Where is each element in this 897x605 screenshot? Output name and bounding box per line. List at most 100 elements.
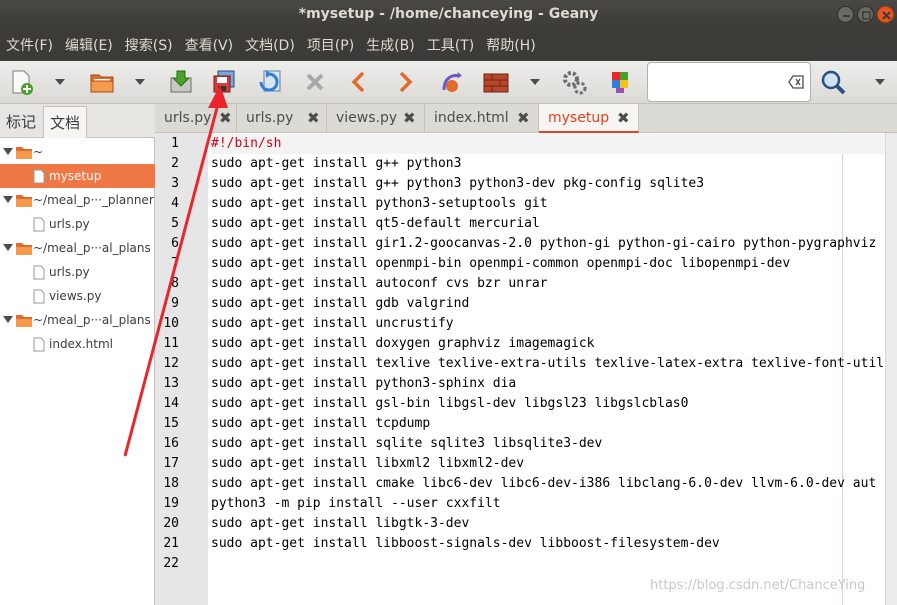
open-file-button[interactable] — [86, 66, 118, 98]
file-icon — [33, 337, 45, 352]
toolbar-overflow-button[interactable] — [866, 66, 894, 98]
new-file-button[interactable] — [5, 66, 37, 98]
menu-help[interactable]: 帮助(H) — [486, 35, 541, 55]
code-line[interactable]: sudo apt-get install texlive texlive-ext… — [211, 354, 885, 374]
code-line[interactable]: sudo apt-get install cmake libc6-dev lib… — [211, 474, 876, 494]
tab-symbols[interactable]: 标记 — [0, 106, 42, 138]
tab-mysetup[interactable]: mysetup ✖ — [539, 104, 639, 133]
code-line[interactable]: #!/bin/sh — [211, 134, 885, 154]
compile-icon — [442, 72, 462, 92]
minimize-button[interactable] — [837, 6, 854, 23]
tree-label: ~/meal_p···_planner — [33, 193, 154, 207]
expander-icon[interactable] — [3, 148, 13, 155]
folder-icon — [16, 243, 32, 255]
code-line[interactable]: sudo apt-get install g++ python3 python3… — [211, 174, 704, 194]
folder-icon — [16, 195, 32, 207]
new-file-dropdown[interactable] — [46, 66, 74, 98]
save-icon — [170, 70, 192, 93]
tab-views-py[interactable]: views.py ✖ — [327, 104, 425, 133]
open-file-dropdown[interactable] — [126, 66, 154, 98]
tab-urls-py[interactable]: urls.py ✖ — [237, 104, 327, 133]
code-editor[interactable]: 1 2 3 4 5 6 7 8 9 10 11 12 13 14 15 16 17 18 19 20 21 22 #!/b… — [155, 133, 897, 605]
revert-button[interactable] — [255, 66, 287, 98]
sidebar-tabs: 标记 文档 — [0, 104, 155, 138]
tree-folder-home[interactable]: ~ — [0, 140, 155, 164]
search-button[interactable] — [817, 66, 849, 98]
window-title: *mysetup - /home/chanceying - Geany — [298, 6, 599, 22]
close-button[interactable] — [877, 6, 894, 23]
vertical-scrollbar[interactable] — [885, 133, 897, 605]
menu-document[interactable]: 文档(D) — [245, 35, 301, 55]
tree-folder-meal-planner[interactable]: ~/meal_p···_planner — [0, 188, 155, 212]
tree-file-index-html[interactable]: index.html — [0, 332, 155, 356]
code-line[interactable]: sudo apt-get install python3-sphinx dia — [211, 374, 516, 394]
code-line[interactable]: sudo apt-get install tcpdump — [211, 414, 430, 434]
menu-file[interactable]: 文件(F) — [6, 35, 59, 55]
save-all-button[interactable] — [208, 66, 240, 98]
menu-edit[interactable]: 编辑(E) — [65, 35, 119, 55]
close-tab-icon[interactable]: ✖ — [307, 104, 320, 133]
code-line[interactable]: sudo apt-get install g++ python3 — [211, 154, 461, 174]
code-line[interactable]: sudo apt-get install libgtk-3-dev — [211, 514, 469, 534]
menu-tools[interactable]: 工具(T) — [427, 35, 480, 55]
tree-folder-meal-plans[interactable]: ~/meal_p···al_plans — [0, 236, 155, 260]
build-button[interactable] — [480, 66, 512, 98]
code-line[interactable]: sudo apt-get install gsl-bin libgsl-dev … — [211, 394, 688, 414]
close-tab-icon[interactable]: ✖ — [403, 104, 416, 133]
menu-build[interactable]: 生成(B) — [366, 35, 421, 55]
expander-icon[interactable] — [3, 316, 13, 323]
line-number: 18 — [163, 476, 179, 491]
build-dropdown[interactable] — [521, 66, 549, 98]
expander-icon[interactable] — [3, 196, 13, 203]
line-number: 22 — [163, 556, 179, 571]
code-line[interactable]: sudo apt-get install doxygen graphviz im… — [211, 334, 595, 354]
forward-icon — [399, 71, 413, 93]
tab-label: mysetup — [548, 110, 610, 126]
code-line[interactable]: sudo apt-get install sqlite sqlite3 libs… — [211, 434, 602, 454]
close-tab-icon[interactable]: ✖ — [617, 104, 630, 133]
tree-file-mysetup[interactable]: mysetup — [0, 164, 155, 188]
code-line[interactable]: python3 -m pip install --user cxxfilt — [211, 494, 501, 514]
tree-label: ~/meal_p···al_plans — [33, 313, 151, 327]
close-tab-icon[interactable]: ✖ — [517, 104, 530, 133]
maximize-button[interactable] — [857, 6, 874, 23]
color-chooser-button[interactable] — [605, 66, 637, 98]
forward-button[interactable] — [389, 66, 421, 98]
execute-button[interactable] — [558, 66, 590, 98]
tab-documents[interactable]: 文档 — [43, 106, 88, 138]
line-number: 6 — [171, 236, 179, 251]
code-line[interactable]: sudo apt-get install libxml2 libxml2-dev — [211, 454, 524, 474]
search-field[interactable] — [647, 62, 811, 102]
code-line[interactable]: sudo apt-get install openmpi-bin openmpi… — [211, 254, 790, 274]
tree-folder-meal-plans[interactable]: ~/meal_p···al_plans — [0, 308, 155, 332]
tab-index-html[interactable]: index.html ✖ — [425, 104, 539, 133]
close-tab-icon[interactable]: ✖ — [219, 104, 232, 133]
close-file-button[interactable] — [299, 66, 331, 98]
search-input[interactable] — [652, 64, 782, 100]
code-line[interactable]: sudo apt-get install python3-setuptools … — [211, 194, 548, 214]
code-line[interactable]: sudo apt-get install autoconf cvs bzr un… — [211, 274, 548, 294]
menu-view[interactable]: 查看(V) — [185, 35, 240, 55]
code-area[interactable]: #!/bin/sh sudo apt-get install g++ python… — [210, 133, 885, 605]
code-line[interactable]: sudo apt-get install uncrustify — [211, 314, 454, 334]
code-line[interactable]: sudo apt-get install gdb valgrind — [211, 294, 469, 314]
line-number: 14 — [163, 396, 179, 411]
expander-icon[interactable] — [3, 244, 13, 251]
save-button[interactable] — [165, 66, 197, 98]
tree-file-urls[interactable]: urls.py — [0, 212, 155, 236]
tab-urls-py[interactable]: urls.py ✖ — [155, 104, 237, 133]
back-button[interactable] — [343, 66, 375, 98]
code-line[interactable]: sudo apt-get install qt5-default mercuri… — [211, 214, 540, 234]
menu-project[interactable]: 项目(P) — [307, 35, 360, 55]
tree-file-views[interactable]: views.py — [0, 284, 155, 308]
tree-label: index.html — [49, 337, 113, 351]
code-line[interactable]: sudo apt-get install libboost-signals-de… — [211, 534, 720, 554]
tree-file-urls[interactable]: urls.py — [0, 260, 155, 284]
clear-search-icon[interactable] — [788, 75, 804, 89]
line-number: 4 — [171, 196, 179, 211]
line-number: 1 — [171, 136, 179, 151]
compile-button[interactable] — [436, 66, 468, 98]
dropdown-arrow-icon — [55, 79, 65, 85]
code-line[interactable]: sudo apt-get install gir1.2-goocanvas-2.… — [211, 234, 876, 254]
menu-search[interactable]: 搜索(S) — [125, 35, 179, 55]
